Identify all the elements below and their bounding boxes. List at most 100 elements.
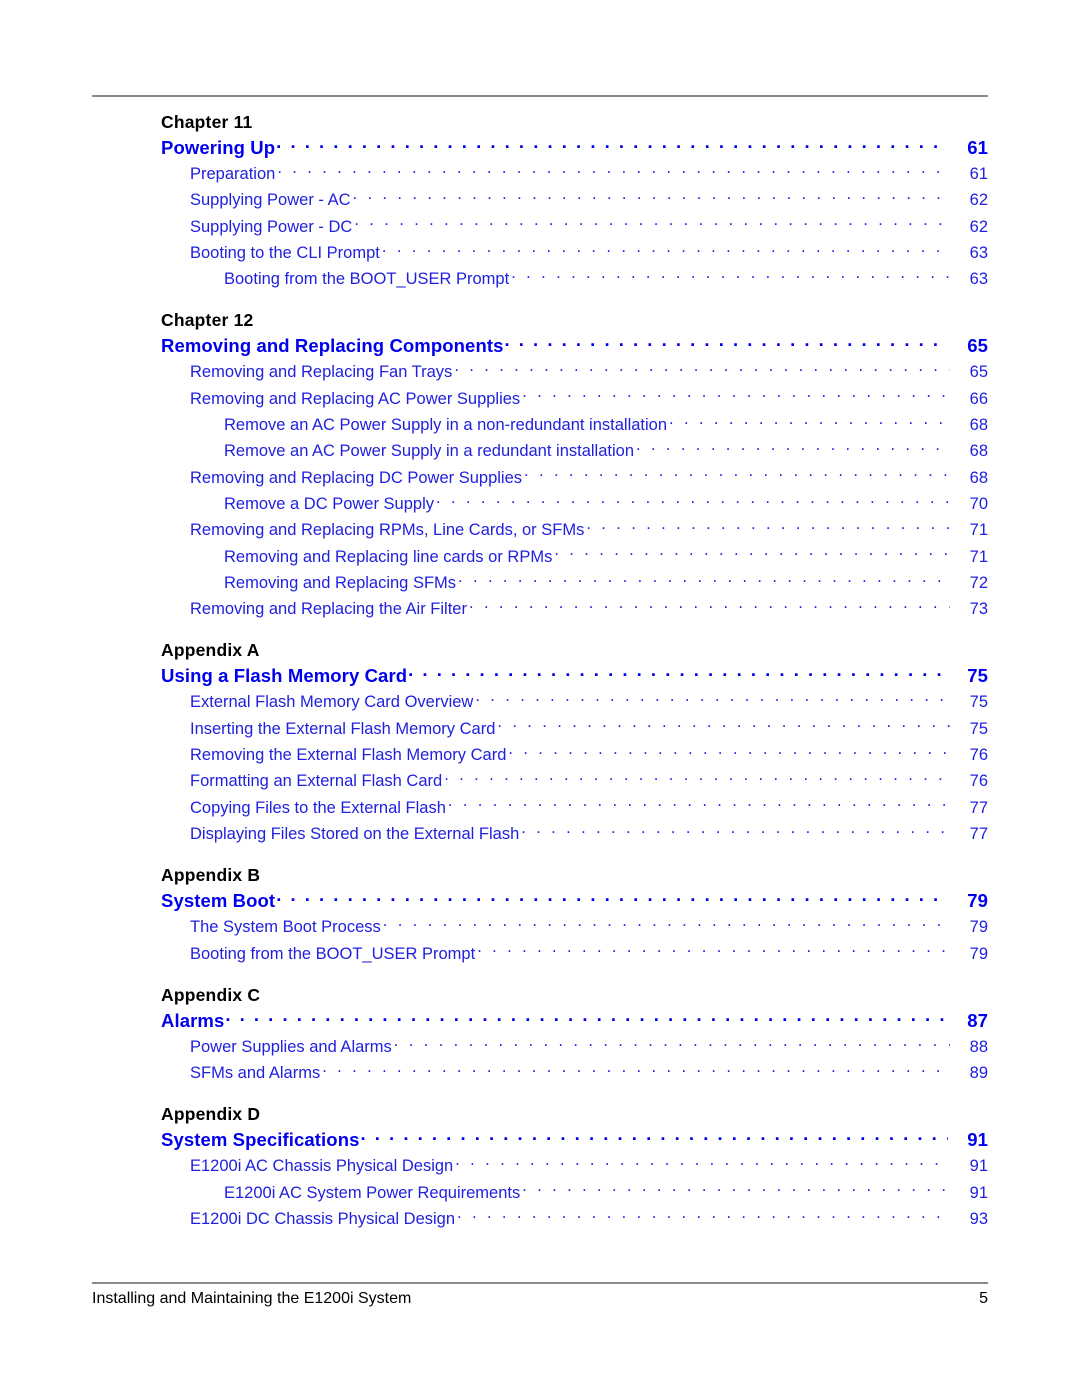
dot-leader [636,440,950,457]
toc-entry-page: 79 [969,918,988,937]
dot-leader [382,241,950,258]
toc-entry-page: 61 [969,165,988,183]
toc-heading-row[interactable]: Powering Up 61 [161,134,988,161]
toc-entry-title: Formatting an External Flash Card [190,772,443,791]
toc-entry-title: Booting from the BOOT_USER Prompt [224,270,510,289]
toc-entry-row[interactable]: Removing and Replacing SFMs 72 [224,570,988,596]
toc-heading-row[interactable]: Alarms 87 [161,1007,988,1034]
toc-group-label: Chapter 12 [161,310,254,331]
toc-entry-row[interactable]: Booting from the BOOT_USER Prompt 63 [224,266,988,292]
dot-leader [477,942,950,959]
toc-entry-page: 91 [969,1183,988,1202]
toc-group: Chapter 12 Removing and Replacing Compone… [92,308,988,622]
toc-entry-row[interactable]: Inserting the External Flash Memory Card… [190,716,988,742]
dot-leader [354,215,950,232]
dot-leader [353,189,951,206]
toc-heading-page: 61 [967,137,988,158]
toc-entry-row[interactable]: E1200i AC Chassis Physical Design 91 [190,1153,988,1179]
toc-group-label: Appendix A [161,640,260,661]
toc-entry-title: Removing and Replacing AC Power Supplies [190,389,521,408]
toc-entry-page: 68 [969,442,988,461]
dot-leader [508,744,950,761]
dot-leader [505,334,949,353]
toc-entry-page: 65 [969,363,988,382]
toc-entry-title: Preparation [190,165,276,183]
dot-leader [444,770,950,787]
toc-heading-page: 65 [967,335,988,357]
toc-entry-page: 75 [969,693,988,712]
toc-entry-row[interactable]: Booting from the BOOT_USER Prompt 79 [190,941,988,967]
page-footer: Installing and Maintaining the E1200i Sy… [92,1290,988,1308]
toc-group-label: Appendix D [161,1104,261,1125]
toc-entry-row[interactable]: Remove an AC Power Supply in a redundant… [224,438,988,464]
toc-entry-title: Removing and Replacing RPMs, Line Cards,… [190,521,585,540]
toc-entry-page: 88 [969,1037,988,1056]
toc-entry-row[interactable]: Displaying Files Stored on the External … [190,821,988,847]
toc-entry-page: 91 [969,1157,988,1176]
toc-entry-row[interactable]: Remove an AC Power Supply in a non-redun… [224,412,988,438]
toc-heading-row[interactable]: System Specifications 91 [161,1126,988,1153]
toc-heading-title: Alarms [161,1009,225,1031]
dot-leader [554,545,950,562]
toc-entry-page: 93 [969,1210,988,1229]
dot-leader [522,1181,950,1198]
dot-leader [448,796,950,813]
toc-entry-title: Remove an AC Power Supply in a non-redun… [224,416,668,435]
toc-heading-row[interactable]: Using a Flash Memory Card 75 [161,662,988,689]
toc-heading-title: Using a Flash Memory Card [161,665,408,687]
dot-leader [497,717,950,734]
toc-heading-row[interactable]: System Boot 79 [161,887,988,914]
dot-leader [457,1208,950,1225]
toc-entry-row[interactable]: Removing and Replacing AC Power Supplies… [190,386,988,412]
dot-leader [586,519,950,536]
toc-entry-title: Supplying Power - DC [190,217,353,236]
toc-heading-page: 87 [967,1009,988,1031]
footer-page-number: 5 [979,1290,988,1307]
toc-group-label: Chapter 11 [161,112,253,132]
toc-entry-row[interactable]: Removing and Replacing line cards or RPM… [224,544,988,570]
toc-entry-page: 62 [969,191,988,210]
toc-entry-row[interactable]: Removing and Replacing RPMs, Line Cards,… [190,517,988,543]
toc-entry-title: Removing and Replacing DC Power Supplies [190,468,523,487]
toc-entry-row[interactable]: Removing and Replacing Fan Trays 65 [190,359,988,385]
toc-entry-row[interactable]: E1200i DC Chassis Physical Design 93 [190,1206,988,1232]
toc-group-label: Appendix B [161,865,261,886]
toc-entry-title: E1200i DC Chassis Physical Design [190,1210,456,1229]
toc-entry-page: 62 [969,217,988,236]
toc-entry-row[interactable]: SFMs and Alarms 89 [190,1060,988,1086]
dot-leader [436,492,950,509]
toc-entry-page: 75 [969,719,988,738]
toc-entry-row[interactable]: Removing and Replacing the Air Filter 73 [190,596,988,622]
toc-entry-page: 79 [969,944,988,963]
toc-page: Chapter 11 Powering Up 61 Preparation 61 Supp… [0,0,1080,1397]
toc-group: Appendix DSystem Specifications91E1200i … [92,1102,988,1232]
header-rule [92,95,988,97]
toc-entry-row[interactable]: E1200i AC System Power Requirements 91 [224,1180,988,1206]
toc-entry-row[interactable]: Booting to the CLI Prompt 63 [190,240,988,266]
toc-heading-title: Removing and Replacing Components [161,335,504,357]
dot-leader [276,889,948,908]
toc-entry-title: Booting to the CLI Prompt [190,243,380,262]
toc-entry-row[interactable]: Supplying Power - AC 62 [190,187,988,213]
toc-entry-row[interactable]: External Flash Memory Card Overview 75 [190,689,988,715]
toc-entry-page: 66 [969,389,988,408]
toc-entry-row[interactable]: Remove a DC Power Supply 70 [224,491,988,517]
toc-group: Appendix BSystem Boot79The System Boot P… [92,863,988,967]
toc-entry-row[interactable]: Removing and Replacing DC Power Supplies… [190,465,988,491]
dot-leader [511,268,950,285]
toc-entry-row[interactable]: Power Supplies and Alarms 88 [190,1034,988,1060]
toc-entry-row[interactable]: Preparation 61 [190,161,988,187]
toc-entry-row[interactable]: Removing the External Flash Memory Card 7… [190,742,988,768]
toc-entry-row[interactable]: The System Boot Process 79 [190,914,988,940]
toc-entry-row[interactable]: Formatting an External Flash Card 76 [190,768,988,794]
toc-entry-title: Displaying Files Stored on the External … [190,824,520,843]
toc-entry-row[interactable]: Supplying Power - DC 62 [190,214,988,240]
toc-entry-row[interactable]: Copying Files to the External Flash 77 [190,795,988,821]
toc-heading-row[interactable]: Removing and Replacing Components 65 [161,332,988,359]
toc-heading-title: System Boot [161,890,276,912]
footer-rule [92,1282,988,1284]
dot-leader [458,571,950,588]
dot-leader [394,1035,950,1052]
toc-heading-page: 79 [967,890,988,912]
toc-group: Appendix AUsing a Flash Memory Card75Ext… [92,638,988,847]
